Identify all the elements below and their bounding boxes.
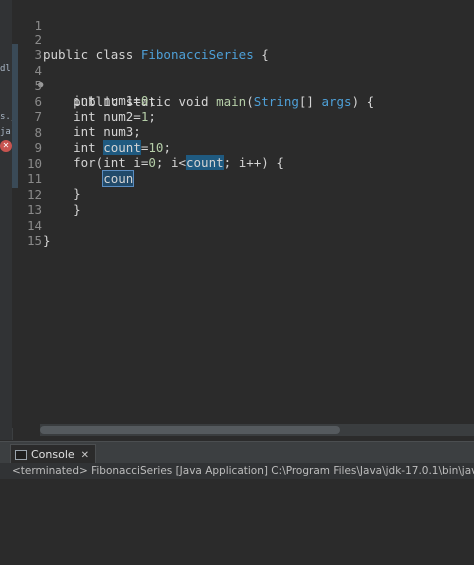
code-line: 14 }	[12, 202, 474, 249]
code-line: 12 }	[12, 171, 474, 218]
console-icon	[15, 450, 27, 460]
close-icon[interactable]: ✕	[81, 450, 89, 461]
console-output[interactable]	[0, 479, 474, 565]
code-line: 6 int num2=1;	[12, 78, 474, 125]
explorer-label: ja	[0, 127, 11, 137]
code-line: 13	[12, 186, 474, 217]
code-line: 11 }	[12, 155, 474, 202]
code-editor[interactable]: 1 2 public class FibonacciSeries { 3 4 ●…	[12, 0, 474, 428]
code-line: 4 ● public static void main(String[] arg…	[12, 47, 474, 109]
code-line: 10 coun	[12, 140, 474, 188]
scrollbar-thumb[interactable]	[40, 426, 340, 434]
code-line: 2 public class FibonacciSeries {	[12, 16, 474, 63]
editor-horizontal-scrollbar[interactable]	[40, 424, 474, 436]
code-line: 3	[12, 31, 474, 62]
code-line: 8 int count=10;	[12, 109, 474, 156]
code-line: 7 int num3;	[12, 93, 474, 140]
console-tab[interactable]: Console ✕	[10, 444, 97, 465]
code-line: 5 int num1=0;	[12, 62, 474, 109]
line-number: 15	[26, 232, 42, 248]
console-tab-bar: Console ✕	[0, 441, 474, 465]
ide-window: dl s.j ja ✕ 1 2 public class FibonacciSe…	[0, 0, 474, 565]
explorer-label: dl	[0, 64, 11, 74]
console-tab-label: Console	[31, 448, 75, 461]
console-status-text: <terminated> FibonacciSeries [Java Appli…	[0, 463, 474, 479]
code-line: 15	[12, 217, 474, 248]
code-line: 9 for(int i=0; i<count; i++) {	[12, 124, 474, 171]
error-icon[interactable]: ✕	[0, 140, 12, 152]
